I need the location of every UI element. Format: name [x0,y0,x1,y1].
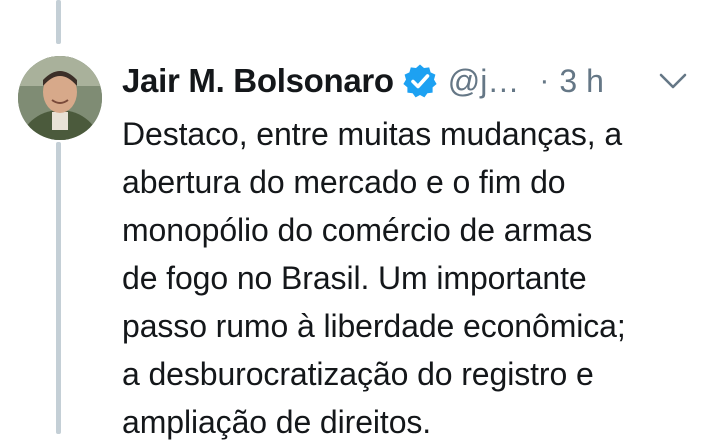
avatar-photo [18,56,102,140]
thread-line-bottom [56,142,61,434]
tweet-text-line: ampliação de direitos. [122,404,432,440]
tweet-text-line: passo rumo à liberdade econômica; [122,308,626,344]
tweet-text-line: de fogo no Brasil. Um importante [122,260,587,296]
avatar[interactable] [18,56,102,140]
author-handle[interactable]: @j… [448,58,520,104]
author-display-name[interactable]: Jair M. Bolsonaro [122,58,394,104]
separator-dot: · [539,64,550,97]
tweet-header: Jair M. Bolsonaro @j… · 3 h [122,58,700,104]
tweet-text-line: abertura do mercado e o fim do [122,164,566,200]
chevron-down-icon[interactable] [658,70,688,92]
tweet-text-line: Destaco, entre muitas mudanças, a [122,116,623,152]
tweet-text-line: a desburocratização do registro e [122,356,594,392]
thread-line-top [56,0,61,44]
tweet-text-line: monopólio do comércio de armas [122,212,593,248]
tweet-text: Destaco, entre muitas mudanças, a abertu… [122,110,712,446]
tweet-timestamp[interactable]: 3 h [559,58,603,104]
verified-badge-icon [403,64,437,98]
